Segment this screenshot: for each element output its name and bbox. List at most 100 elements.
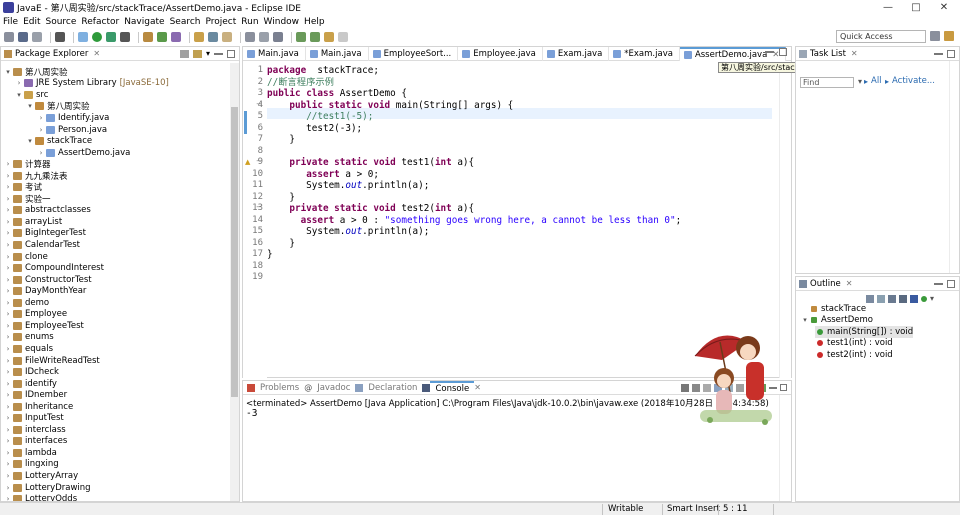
menu-window[interactable]: Window (264, 17, 304, 27)
outline-tab[interactable]: Outline (810, 279, 841, 289)
fold-toggle-icon[interactable]: − (256, 203, 262, 211)
word-wrap-icon[interactable] (259, 32, 269, 42)
collapsed-twisty-icon[interactable]: › (4, 287, 12, 295)
save-icon[interactable] (18, 32, 28, 42)
tree-item[interactable]: › interclass (4, 424, 66, 436)
collapsed-twisty-icon[interactable]: › (4, 253, 12, 261)
link-with-editor-icon[interactable] (192, 49, 202, 58)
next-annotation-icon[interactable] (296, 32, 306, 42)
collapsed-twisty-icon[interactable]: › (4, 426, 12, 434)
tree-item[interactable]: › CompoundInterest (4, 262, 104, 274)
new-icon[interactable] (4, 32, 14, 42)
code-line[interactable]: private static void test2(int a){ (267, 203, 474, 215)
expanded-twisty-icon[interactable]: ▾ (4, 68, 12, 76)
editor-tab[interactable]: Exam.java (543, 47, 610, 61)
collapsed-twisty-icon[interactable]: › (4, 299, 12, 307)
outline-item[interactable]: test1(int) : void (815, 338, 893, 350)
pencil-icon[interactable] (222, 32, 232, 42)
editor-tab[interactable]: Employee.java (458, 47, 543, 61)
expanded-twisty-icon[interactable]: ▾ (15, 91, 23, 99)
tree-item[interactable]: › Employee (4, 309, 68, 321)
task-list-tab[interactable]: Task List (810, 49, 846, 59)
menu-file[interactable]: File (3, 17, 22, 27)
maximize-button[interactable]: □ (902, 0, 930, 15)
code-line[interactable]: System.out.println(a); (267, 180, 429, 192)
collapsed-twisty-icon[interactable]: › (4, 276, 12, 284)
tree-item[interactable]: › InputTest (4, 413, 64, 425)
code-line[interactable]: package stackTrace; (267, 65, 379, 77)
tree-item[interactable]: › FileWriteReadTest (4, 355, 100, 367)
menu-source[interactable]: Source (46, 17, 81, 27)
outline-item[interactable]: ▾ AssertDemo (801, 315, 873, 327)
tree-item[interactable]: › 考试 (4, 182, 42, 193)
tree-item[interactable]: › AssertDemo.java (37, 147, 131, 159)
collapsed-twisty-icon[interactable]: › (15, 79, 23, 87)
code-line[interactable]: System.out.println(a); (267, 226, 429, 238)
open-perspective-icon[interactable] (930, 31, 940, 41)
show-whitespace-icon[interactable] (273, 32, 283, 42)
collapsed-twisty-icon[interactable]: › (4, 403, 12, 411)
editor-tab[interactable]: Main.java (306, 47, 369, 61)
code-line[interactable]: public static void main(String[] args) { (267, 100, 513, 112)
tree-item[interactable]: › IDnember (4, 389, 67, 401)
outline-item[interactable]: stackTrace (801, 303, 866, 315)
forward-icon[interactable] (338, 32, 348, 42)
tree-item[interactable]: › arrayList (4, 216, 63, 228)
menu-run[interactable]: Run (241, 17, 262, 27)
focus-icon[interactable] (921, 295, 927, 302)
close-view-icon[interactable]: ✕ (93, 49, 100, 58)
external-tools-icon[interactable] (120, 32, 130, 42)
package-explorer-scroll-thumb[interactable] (231, 107, 238, 397)
menu-navigate[interactable]: Navigate (124, 17, 168, 27)
tree-item[interactable]: › Inheritance (4, 401, 74, 413)
menu-refactor[interactable]: Refactor (81, 17, 123, 27)
tree-item[interactable]: › identify (4, 378, 57, 390)
warning-icon[interactable]: ▲ (245, 158, 250, 166)
hide-local-types-icon[interactable] (910, 294, 918, 303)
code-line[interactable]: } (267, 134, 295, 146)
task-find-input[interactable]: Find (800, 77, 854, 88)
new-class-icon[interactable] (157, 32, 167, 42)
code-line[interactable]: //断言程序示例 (267, 77, 334, 89)
back-icon[interactable] (324, 32, 334, 42)
minimize-view-icon[interactable] (214, 52, 223, 55)
outline-item[interactable]: test2(int) : void (815, 349, 893, 361)
tab-console[interactable]: Console (430, 380, 475, 395)
tree-item[interactable]: › Person.java (37, 124, 107, 136)
toggle-mark-icon[interactable] (245, 32, 255, 42)
close-task-list-icon[interactable]: ✕ (851, 49, 858, 58)
hide-fields-icon[interactable] (877, 294, 885, 303)
run-icon[interactable] (92, 32, 102, 42)
code-line[interactable]: assert a > 0; (267, 169, 379, 181)
tree-item[interactable]: › 计算器 (4, 158, 51, 170)
collapsed-twisty-icon[interactable]: › (4, 357, 12, 365)
menu-edit[interactable]: Edit (23, 17, 44, 27)
fold-toggle-icon[interactable]: − (256, 100, 262, 108)
tree-item[interactable]: › CalendarTest (4, 239, 80, 251)
collapsed-twisty-icon[interactable]: › (4, 345, 12, 353)
editor-tab[interactable]: AssertDemo.java ✕ (679, 47, 787, 61)
collapsed-twisty-icon[interactable]: › (37, 149, 45, 157)
coverage-icon[interactable] (106, 32, 116, 42)
expanded-twisty-icon[interactable]: ▾ (26, 137, 34, 145)
code-line[interactable]: private static void test1(int a){ (267, 157, 474, 169)
tree-item[interactable]: › clone (4, 251, 48, 263)
task-list-minimize-icon[interactable] (934, 52, 943, 55)
search-icon[interactable] (208, 32, 218, 42)
code-line[interactable]: //test1(-5); (267, 111, 373, 123)
collapsed-twisty-icon[interactable]: › (4, 241, 12, 249)
task-all-link[interactable]: All (871, 76, 882, 86)
code-line[interactable]: assert a > 0 : "something goes wrong her… (267, 215, 682, 227)
tree-item[interactable]: › 实验一 (4, 193, 51, 205)
close-button[interactable]: ✕ (930, 0, 958, 15)
collapsed-twisty-icon[interactable]: › (4, 218, 12, 226)
task-list-maximize-icon[interactable] (947, 49, 955, 58)
tree-item[interactable]: ▾ 第八周实验 (4, 66, 68, 78)
tree-item[interactable]: › enums (4, 332, 54, 344)
menu-project[interactable]: Project (205, 17, 240, 27)
terminate-icon[interactable] (681, 383, 689, 392)
outline-view-menu-icon[interactable]: ▾ (930, 294, 934, 303)
outline-minimize-icon[interactable] (934, 282, 943, 285)
outline-item[interactable]: main(String[]) : void (815, 326, 914, 338)
close-console-icon[interactable]: ✕ (474, 383, 481, 392)
